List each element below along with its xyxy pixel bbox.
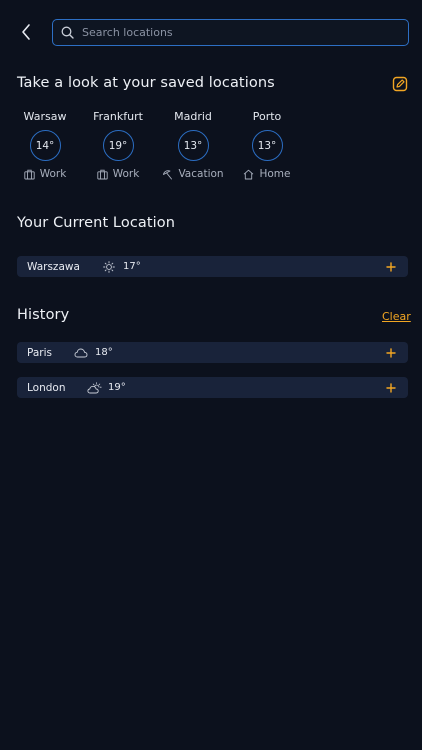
clear-history-link[interactable]: Clear bbox=[382, 310, 411, 323]
search-icon bbox=[61, 26, 74, 39]
plus-icon bbox=[386, 382, 396, 393]
saved-location-city: Madrid bbox=[174, 110, 212, 123]
chevron-left-icon bbox=[22, 24, 30, 40]
history-row[interactable]: London 19° bbox=[17, 377, 408, 398]
search-input[interactable] bbox=[82, 26, 382, 39]
location-city: London bbox=[27, 381, 66, 394]
beach-umbrella-icon bbox=[163, 169, 173, 179]
cloud-icon bbox=[74, 348, 88, 358]
search-bar[interactable] bbox=[52, 19, 409, 46]
saved-location-tag: Home bbox=[243, 168, 291, 180]
saved-locations-list: Warsaw 14° Work Frankfurt 19° Work Madri… bbox=[0, 110, 422, 190]
saved-location-tag: Work bbox=[97, 168, 140, 180]
partly-cloudy-icon bbox=[87, 381, 102, 394]
location-city: Warszawa bbox=[27, 260, 80, 273]
saved-location-tag-label: Vacation bbox=[178, 168, 224, 180]
saved-location-tag: Work bbox=[24, 168, 67, 180]
plus-icon bbox=[386, 261, 396, 272]
saved-location-temp: 14° bbox=[29, 130, 61, 161]
saved-location-frankfurt[interactable]: Frankfurt 19° Work bbox=[78, 110, 158, 180]
saved-location-tag: Vacation bbox=[162, 168, 224, 180]
location-temp: 17° bbox=[123, 261, 141, 272]
saved-location-madrid[interactable]: Madrid 13° Vacation bbox=[153, 110, 233, 180]
location-temp: 18° bbox=[95, 347, 113, 358]
edit-saved-locations-button[interactable] bbox=[391, 75, 409, 93]
saved-locations-title: Take a look at your saved locations bbox=[17, 75, 275, 91]
saved-location-tag-label: Home bbox=[259, 168, 291, 180]
location-city: Paris bbox=[27, 346, 52, 359]
edit-icon bbox=[392, 76, 408, 92]
locations-screen: Take a look at your saved locations Wars… bbox=[0, 0, 422, 750]
saved-location-tag-label: Work bbox=[112, 168, 140, 180]
saved-location-tag-label: Work bbox=[39, 168, 67, 180]
add-location-button[interactable] bbox=[384, 346, 398, 360]
sun-icon bbox=[103, 260, 115, 273]
saved-location-city: Frankfurt bbox=[93, 110, 143, 123]
add-location-button[interactable] bbox=[384, 381, 398, 395]
location-temp: 19° bbox=[108, 382, 126, 393]
current-location-row[interactable]: Warszawa 17° bbox=[17, 256, 408, 277]
briefcase-icon bbox=[97, 169, 108, 179]
plus-icon bbox=[386, 347, 396, 358]
saved-location-temp: 19° bbox=[102, 130, 134, 161]
current-location-title: Your Current Location bbox=[17, 215, 176, 231]
history-title: History bbox=[17, 307, 70, 323]
history-row[interactable]: Paris 18° bbox=[17, 342, 408, 363]
add-location-button[interactable] bbox=[384, 260, 398, 274]
saved-location-porto[interactable]: Porto 13° Home bbox=[227, 110, 307, 180]
saved-location-temp: 13° bbox=[177, 130, 209, 161]
saved-location-temp: 13° bbox=[251, 130, 283, 161]
back-button[interactable] bbox=[14, 20, 38, 44]
saved-location-city: Warsaw bbox=[23, 110, 67, 123]
home-icon bbox=[244, 169, 254, 179]
saved-location-warsaw[interactable]: Warsaw 14° Work bbox=[5, 110, 85, 180]
saved-location-city: Porto bbox=[252, 110, 282, 123]
briefcase-icon bbox=[24, 169, 35, 179]
